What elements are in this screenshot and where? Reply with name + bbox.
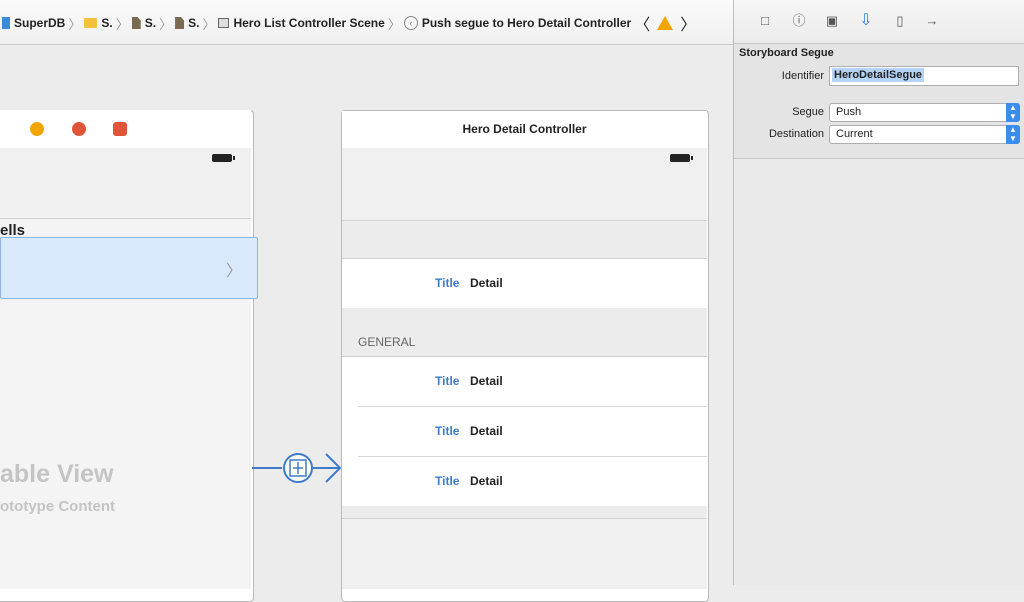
storyboard-file-icon [175, 17, 185, 29]
chevron-updown-icon: ▲ ▼ [1006, 125, 1020, 144]
segue-circle-icon: ‹ [403, 16, 418, 30]
section-title: Storyboard Segue [739, 47, 834, 59]
breadcrumb-label: Push segue to Hero Detail Controller [421, 16, 632, 30]
row-title: Title [435, 474, 460, 488]
section-header-label: GENERAL [358, 335, 416, 349]
project-icon [2, 17, 10, 29]
breadcrumb: SuperDB 〉 S. 〉 S. 〉 S. 〉 Hero List Contr… [0, 11, 699, 35]
chevron-right-icon: 〉 [226, 263, 243, 280]
nav-back-button[interactable]: 〈 [634, 11, 650, 35]
view-controller-icon[interactable] [30, 122, 44, 136]
segue-popup-value: Push [836, 106, 862, 118]
destination-popup-value: Current [836, 128, 873, 140]
breadcrumb-scene[interactable]: Hero List Controller Scene [218, 16, 385, 30]
battery-icon [670, 154, 693, 162]
row-detail: Detail [470, 424, 503, 438]
breadcrumb-separator: 〉 [159, 16, 173, 32]
destination-label: Destination [768, 128, 824, 140]
table-row[interactable]: Title Detail [342, 407, 707, 455]
scene-dock [0, 110, 251, 149]
table-section-header [342, 221, 707, 259]
row-title: Title [435, 374, 460, 388]
table-footer-area [342, 519, 707, 589]
inspector-toolbar: □ ⓘ ▣ ⇩ ▯ → [734, 0, 1024, 44]
identifier-label: Identifier [781, 70, 824, 82]
row-title: Title [435, 276, 460, 290]
prototype-cell[interactable] [0, 237, 258, 299]
attributes-icon[interactable]: ⇩ [858, 13, 874, 29]
breadcrumb-separator: 〉 [115, 16, 129, 32]
warning-icon[interactable] [657, 16, 674, 30]
scene-title[interactable]: Hero Detail Controller [342, 111, 707, 149]
breadcrumb-label: SuperDB [14, 16, 66, 30]
row-detail: Detail [470, 276, 503, 290]
nav-bar-area [0, 148, 251, 219]
breadcrumb-separator: 〉 [202, 16, 216, 32]
destination-popup[interactable]: Current ▲ ▼ [829, 125, 1020, 144]
breadcrumb-group[interactable]: S. [84, 16, 113, 30]
jump-bar: SuperDB 〉 S. 〉 S. 〉 S. 〉 Hero List Contr… [0, 0, 733, 45]
folder-icon [84, 18, 98, 28]
connections-icon[interactable]: → [924, 13, 940, 29]
table-row[interactable]: Title Detail [342, 259, 707, 307]
exit-icon[interactable] [113, 122, 127, 136]
breadcrumb-label: S. [101, 16, 113, 30]
scene-icon [218, 18, 230, 28]
push-segue-arrow[interactable] [252, 450, 344, 486]
storyboard-file-icon [131, 17, 141, 29]
breadcrumb-segue[interactable]: ‹ Push segue to Hero Detail Controller [403, 16, 632, 30]
nav-bar-area [342, 148, 707, 221]
file-icon[interactable]: □ [757, 13, 773, 29]
identity-icon[interactable]: ▣ [824, 13, 840, 29]
table-footer [342, 506, 707, 519]
segue-label: Segue [792, 106, 824, 118]
nav-forward-button[interactable]: 〉 [680, 11, 696, 35]
breadcrumb-separator: 〉 [387, 16, 401, 32]
breadcrumb-file[interactable]: S. [131, 16, 157, 30]
table-section-header [342, 308, 707, 357]
row-title: Title [435, 424, 460, 438]
table-row[interactable]: Title Detail [342, 357, 707, 405]
battery-icon [212, 154, 235, 162]
segue-popup[interactable]: Push ▲ ▼ [829, 103, 1020, 122]
breadcrumb-label: Hero List Controller Scene [233, 16, 385, 30]
table-view-placeholder-title: able View [0, 460, 114, 488]
row-detail: Detail [470, 474, 503, 488]
identifier-field[interactable]: HeroDetailSegue [829, 66, 1019, 86]
help-icon[interactable]: ⓘ [791, 13, 807, 29]
row-detail: Detail [470, 374, 503, 388]
first-responder-icon[interactable] [72, 122, 86, 136]
breadcrumb-project[interactable]: SuperDB [14, 16, 65, 30]
chevron-updown-icon: ▲ ▼ [1006, 103, 1020, 122]
table-row[interactable]: Title Detail [342, 457, 707, 505]
breadcrumb-file[interactable]: S. [175, 16, 199, 30]
breadcrumb-label: S. [144, 16, 157, 30]
breadcrumb-separator: 〉 [68, 16, 82, 32]
breadcrumb-label: S. [188, 16, 200, 30]
identifier-value: HeroDetailSegue [832, 68, 925, 82]
table-view-placeholder-subtitle: ototype Content [0, 498, 115, 515]
size-icon[interactable]: ▯ [892, 13, 908, 29]
